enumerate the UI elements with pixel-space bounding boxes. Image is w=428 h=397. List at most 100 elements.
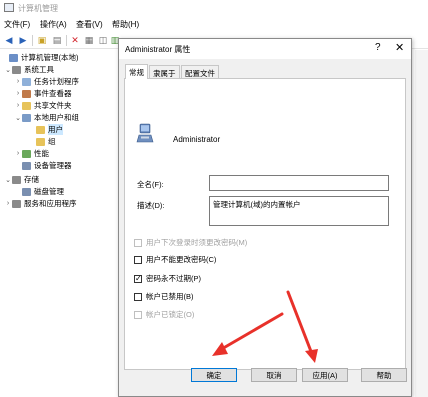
tree-item-label: 性能 (34, 149, 49, 158)
chevron-right-icon[interactable]: › (14, 150, 22, 157)
chevron-right-icon[interactable]: › (14, 78, 22, 85)
tree-item-label: 事件查看器 (34, 89, 72, 98)
tree-item-system-tools[interactable]: ⌄ 系统工具 (4, 64, 54, 75)
refresh-icon[interactable]: ◫ (97, 34, 109, 46)
tree-item-users[interactable]: 用户 (28, 124, 63, 135)
checkbox-account-disabled[interactable]: 帐户已禁用(B) (134, 291, 194, 302)
dialog-title: Administrator 属性 (125, 45, 191, 54)
properties-icon[interactable]: ▦ (83, 34, 95, 46)
close-icon[interactable]: ✕ (395, 41, 404, 54)
tab-panel-general: Administrator 全名(F): 描述(D): 管理计算机(域)的内置帐… (124, 78, 406, 370)
checkbox-label: 帐户已锁定(O) (146, 310, 195, 319)
help-button[interactable]: 帮助 (361, 368, 407, 382)
tree-item-device-manager[interactable]: 设备管理器 (14, 160, 72, 171)
tree-item-services-applications[interactable]: › 服务和应用程序 (4, 198, 77, 209)
dialog-titlebar[interactable]: Administrator 属性 ? ✕ (119, 39, 411, 59)
checkbox-label: 用户不能更改密码(C) (146, 255, 217, 264)
menu-bar: 文件(F) 操作(A) 查看(V) 帮助(H) (0, 17, 428, 31)
checkbox-cannot-change-password[interactable]: 用户不能更改密码(C) (134, 254, 216, 265)
tree-item-label: 本地用户和组 (34, 113, 79, 122)
computer-management-icon (4, 3, 14, 12)
tree-item-label: 系统工具 (24, 65, 54, 74)
tree-item-disk-management[interactable]: 磁盘管理 (14, 186, 64, 197)
checkbox-must-change-password[interactable]: 用户下次登录时须更改密码(M) (134, 237, 247, 248)
back-icon[interactable]: ◀ (3, 34, 15, 46)
tab-general[interactable]: 常规 (125, 64, 148, 79)
toolbar-separator (66, 35, 67, 46)
menu-action[interactable]: 操作(A) (40, 19, 67, 30)
storage-icon (12, 175, 21, 184)
disk-management-icon (22, 187, 31, 196)
menu-file[interactable]: 文件(F) (4, 19, 30, 30)
app-title: 计算机管理 (18, 4, 58, 13)
forward-icon[interactable]: ▶ (17, 34, 29, 46)
tree-item-label: 计算机管理(本地) (21, 53, 79, 62)
shared-folder-icon (22, 101, 31, 110)
event-viewer-icon (22, 89, 31, 98)
up-icon[interactable]: ▣ (36, 34, 48, 46)
show-tree-icon[interactable]: ▤ (51, 34, 63, 46)
properties-dialog: Administrator 属性 ? ✕ 常规 隶属于 配置文件 Adminis… (118, 38, 412, 397)
chevron-right-icon[interactable]: › (4, 200, 12, 207)
user-account-icon (136, 123, 154, 143)
cancel-button[interactable]: 取消 (251, 368, 297, 382)
tree-item-label: 共享文件夹 (34, 101, 72, 110)
fullname-label: 全名(F): (137, 180, 164, 189)
computer-icon (9, 53, 18, 62)
tree-item-event-viewer[interactable]: › 事件查看器 (14, 88, 72, 99)
app-titlebar: 计算机管理 (0, 0, 428, 16)
tree-item-task-scheduler[interactable]: › 任务计划程序 (14, 76, 79, 87)
description-input[interactable]: 管理计算机(域)的内置帐户 (209, 196, 389, 226)
tab-member-of[interactable]: 隶属于 (149, 65, 180, 78)
tree-item-label: 设备管理器 (34, 161, 72, 170)
tree-item-label: 存储 (24, 175, 39, 184)
folder-icon (36, 125, 45, 134)
account-name: Administrator (173, 135, 221, 144)
checkbox-box[interactable] (134, 238, 142, 247)
vertical-scrollbar[interactable] (415, 50, 428, 397)
tab-profile[interactable]: 配置文件 (181, 65, 219, 78)
chevron-right-icon[interactable]: › (14, 102, 22, 109)
checkbox-label: 密码永不过期(P) (146, 274, 201, 283)
tree-item-performance[interactable]: › 性能 (14, 148, 49, 159)
services-icon (12, 199, 21, 208)
task-scheduler-icon (22, 77, 31, 86)
device-manager-icon (22, 161, 31, 170)
tools-icon (12, 65, 21, 74)
tree-item-label: 任务计划程序 (34, 77, 79, 86)
menu-help[interactable]: 帮助(H) (112, 19, 139, 30)
navigation-tree: 计算机管理(本地) ⌄ 系统工具 › 任务计划程序 › 事件查看器 › 共享文件… (0, 50, 118, 397)
delete-icon[interactable]: ✕ (69, 34, 81, 46)
checkbox-label: 帐户已禁用(B) (146, 292, 194, 301)
performance-icon (22, 149, 31, 158)
checkbox-box[interactable] (134, 292, 142, 301)
chevron-down-icon[interactable]: ⌄ (14, 114, 22, 122)
chevron-down-icon[interactable]: ⌄ (4, 176, 12, 184)
chevron-right-icon[interactable]: › (14, 90, 22, 97)
checkbox-box[interactable] (134, 310, 142, 319)
tree-item-computer-management[interactable]: 计算机管理(本地) (1, 52, 79, 63)
checkbox-account-locked[interactable]: 帐户已锁定(O) (134, 309, 194, 320)
tree-item-storage[interactable]: ⌄ 存储 (4, 174, 39, 185)
tree-item-label: 组 (48, 137, 56, 146)
folder-icon (36, 137, 45, 146)
tree-item-groups[interactable]: 组 (28, 136, 56, 147)
ok-button[interactable]: 确定 (191, 368, 237, 382)
checkbox-label: 用户下次登录时须更改密码(M) (146, 238, 248, 247)
chevron-down-icon[interactable]: ⌄ (4, 66, 12, 74)
fullname-input[interactable] (209, 175, 389, 191)
help-icon[interactable]: ? (375, 42, 381, 53)
description-label: 描述(D): (137, 201, 165, 210)
users-groups-icon (22, 113, 31, 122)
tree-item-shared-folders[interactable]: › 共享文件夹 (14, 100, 72, 111)
menu-view[interactable]: 查看(V) (76, 19, 103, 30)
toolbar-separator (32, 35, 33, 46)
tree-item-label: 服务和应用程序 (24, 199, 77, 208)
checkbox-box[interactable] (134, 255, 142, 264)
check-icon[interactable]: ✓ (134, 274, 142, 283)
apply-button[interactable]: 应用(A) (302, 368, 348, 382)
tree-item-local-users-groups[interactable]: ⌄ 本地用户和组 (14, 112, 79, 123)
checkbox-password-never-expires[interactable]: ✓ 密码永不过期(P) (134, 273, 201, 284)
tree-item-label: 用户 (48, 124, 63, 135)
tree-item-label: 磁盘管理 (34, 187, 64, 196)
